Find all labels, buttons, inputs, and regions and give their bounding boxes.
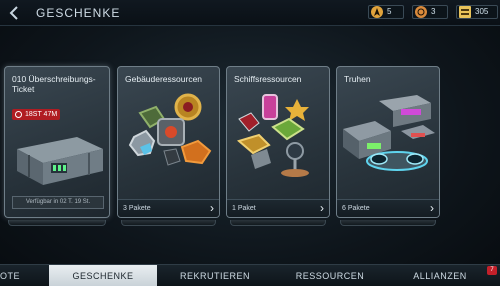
notification-badge: 7 [487, 266, 497, 275]
ship-resources-icon [236, 94, 309, 177]
card-stack-shadow [340, 220, 436, 226]
resource-counter-gold[interactable]: 305 [456, 5, 498, 19]
card-footer: 1 Paket › [227, 199, 329, 217]
card-title: Truhen [344, 74, 371, 84]
card-footer: 6 Pakete › [337, 199, 439, 217]
card-stack-shadow [8, 220, 106, 226]
tab-gifts[interactable]: GESCHENKE [49, 265, 157, 286]
page-title: GESCHENKE [36, 6, 121, 20]
timer-text: 18ST 47M [25, 111, 58, 118]
resource-value: 305 [475, 7, 489, 16]
card-footer: 3 Pakete › [118, 199, 219, 217]
card-title: Schiffsressourcen [234, 74, 302, 84]
back-button[interactable] [6, 4, 22, 22]
resource-counter-delta[interactable]: 5 [368, 5, 404, 19]
resource-value: 3 [431, 7, 436, 16]
resource-value: 5 [387, 7, 392, 16]
clock-icon [15, 111, 22, 118]
tab-resources[interactable]: RESSOURCEN [275, 265, 385, 286]
package-count: 3 Pakete [123, 205, 151, 212]
metal-crate-icon [17, 137, 103, 185]
chests-icon [343, 95, 435, 171]
gift-card-building-resources[interactable]: Gebäuderessourcen 3 Pakete › [117, 66, 220, 218]
card-stack-shadow [230, 220, 326, 226]
card-stack-shadow [121, 220, 216, 226]
resource-counter-latinum[interactable]: 3 [412, 5, 448, 19]
chevron-right-icon: › [210, 201, 214, 215]
gold-bar-icon [459, 6, 471, 18]
starfleet-delta-icon [371, 6, 383, 18]
timer-badge: 18ST 47M [12, 109, 60, 120]
building-resources-icon [128, 93, 212, 166]
chevron-left-icon [9, 6, 18, 20]
card-title: Gebäuderessourcen [125, 74, 203, 84]
availability-label: Verfügbar in 02 T. 19 St. [12, 196, 104, 209]
latinum-coin-icon [415, 6, 427, 18]
gift-card-ship-resources[interactable]: Schiffsressourcen 1 Paket › [226, 66, 330, 218]
bottom-nav: OTE GESCHENKE REKRUTIEREN RESSOURCEN ALL… [0, 264, 500, 286]
chevron-right-icon: › [320, 201, 324, 215]
top-bar: GESCHENKE 5 3 305 [0, 0, 500, 26]
tab-offers[interactable]: OTE [0, 265, 20, 286]
tab-alliances[interactable]: ALLIANZEN [390, 265, 490, 286]
card-title: 010 Überschreibungs-Ticket [12, 74, 96, 94]
gift-card-ticket[interactable]: 010 Überschreibungs-Ticket 18ST 47M Verf… [4, 66, 110, 218]
chevron-right-icon: › [430, 201, 434, 215]
package-count: 6 Pakete [342, 205, 370, 212]
gift-card-chests[interactable]: Truhen 6 Pakete › [336, 66, 440, 218]
tab-recruit[interactable]: REKRUTIEREN [160, 265, 270, 286]
package-count: 1 Paket [232, 205, 256, 212]
